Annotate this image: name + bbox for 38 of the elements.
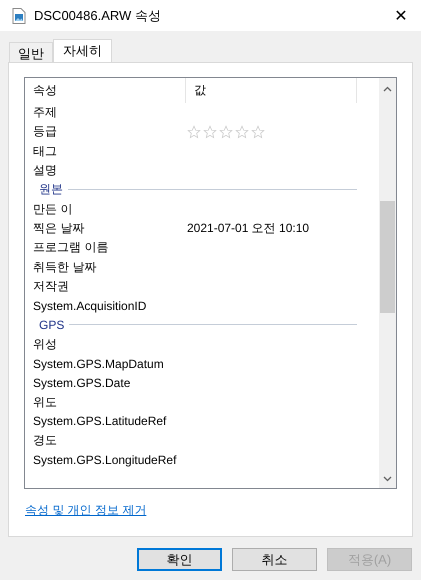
star-icon[interactable] <box>203 124 217 139</box>
property-name: System.AcquisitionID <box>32 298 148 313</box>
property-name: 저작권 <box>32 278 70 295</box>
star-icon[interactable] <box>187 124 201 139</box>
property-name: 위도 <box>32 394 58 411</box>
property-name: System.GPS.Date <box>32 376 132 390</box>
close-button[interactable]: ✕ <box>381 0 421 31</box>
property-name: System.GPS.LatitudeRef <box>32 414 168 428</box>
tab[interactable]: 일반 <box>9 42 53 62</box>
column-header[interactable]: 값 <box>186 78 357 103</box>
property-name: 만든 이 <box>32 200 74 218</box>
property-name: 등급 <box>32 123 58 140</box>
window-title: DSC00486.ARW 속성 <box>34 6 162 24</box>
property-name: 프로그램 이름 <box>32 239 110 256</box>
scroll-down-icon[interactable] <box>383 476 392 482</box>
property-name: 경도 <box>32 432 58 450</box>
property-name: 설명 <box>32 162 58 180</box>
property-name: 위성 <box>32 336 58 353</box>
tab[interactable]: 자세히 <box>53 39 112 62</box>
star-icon[interactable] <box>219 124 233 139</box>
star-icon[interactable] <box>235 124 249 139</box>
group-header: 원본 <box>39 181 63 198</box>
property-name: 태그 <box>32 142 58 160</box>
scrollbar-thumb[interactable] <box>380 201 395 313</box>
column-header[interactable]: 속성 <box>25 78 186 103</box>
property-name: System.GPS.LongitudeRef <box>32 452 178 467</box>
property-name: 찍은 날짜 <box>32 220 86 237</box>
property-name: 주제 <box>32 104 58 122</box>
dialog-button[interactable]: 확인 <box>137 548 222 571</box>
remove-properties-link[interactable]: 속성 및 개인 정보 제거 <box>25 502 146 519</box>
image-file-icon <box>12 8 26 24</box>
scroll-up-icon[interactable] <box>383 86 392 92</box>
property-name: 취득한 날짜 <box>32 258 98 276</box>
property-value: 2021-07-01 오전 10:10 <box>187 220 310 237</box>
group-header: GPS <box>39 318 64 332</box>
dialog-button[interactable]: 취소 <box>232 548 317 571</box>
star-icon[interactable] <box>251 124 265 139</box>
property-name: System.GPS.MapDatum <box>32 356 165 370</box>
